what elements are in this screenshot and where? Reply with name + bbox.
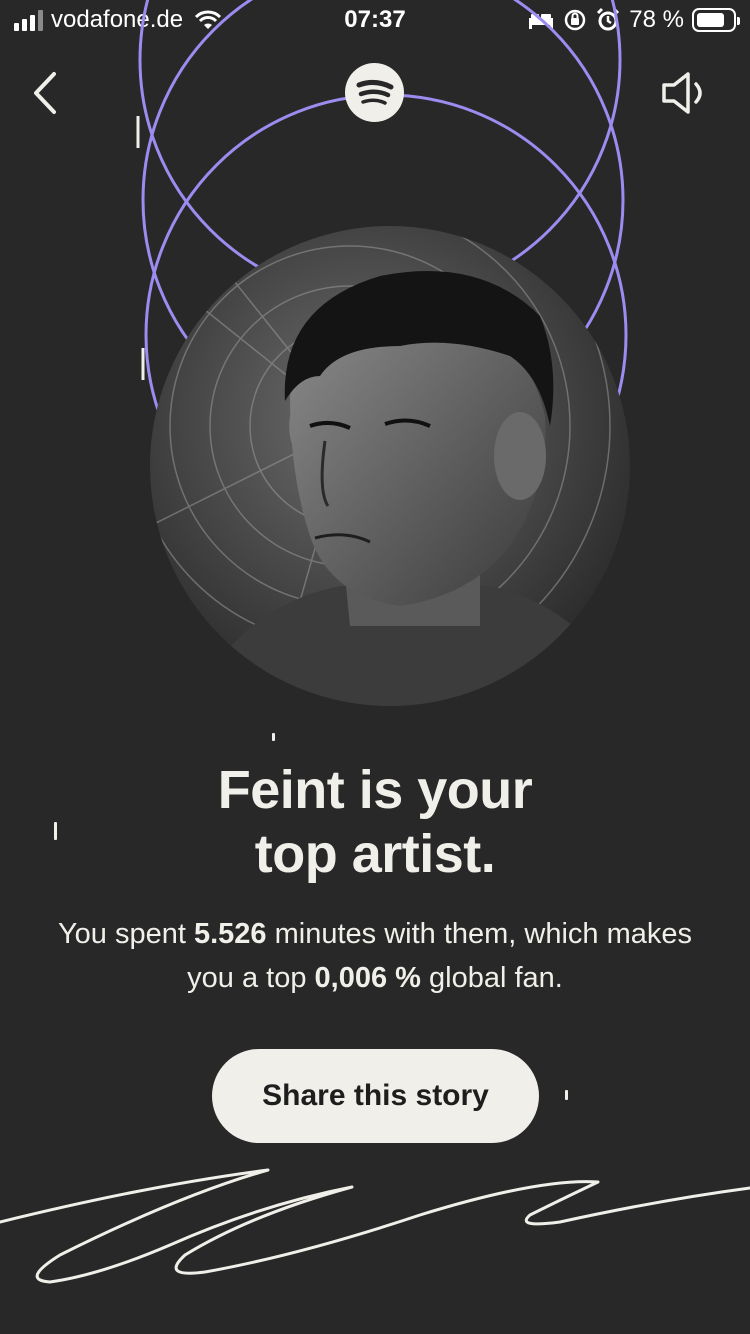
tick-mark xyxy=(565,1090,568,1100)
stats-text-part: global fan. xyxy=(420,962,563,994)
artist-photo xyxy=(150,226,630,706)
minutes-value: 5.526 xyxy=(193,918,267,950)
share-story-button[interactable]: Share this story xyxy=(212,1049,539,1143)
chevron-left-icon[interactable] xyxy=(24,66,68,120)
speaker-icon[interactable] xyxy=(658,68,712,118)
headline: Feint is your top artist. xyxy=(0,758,750,886)
stats-text-part: You spent xyxy=(57,918,194,950)
headline-line-1: Feint is your xyxy=(217,760,533,820)
spotify-logo xyxy=(345,63,404,122)
percent-value: 0,006 % xyxy=(314,962,421,994)
headline-line-2: top artist. xyxy=(254,824,496,884)
stats-text: You spent 5.526 minutes with them, which… xyxy=(40,912,710,1000)
scribble-decoration xyxy=(0,1168,750,1284)
tick-mark xyxy=(272,733,275,741)
